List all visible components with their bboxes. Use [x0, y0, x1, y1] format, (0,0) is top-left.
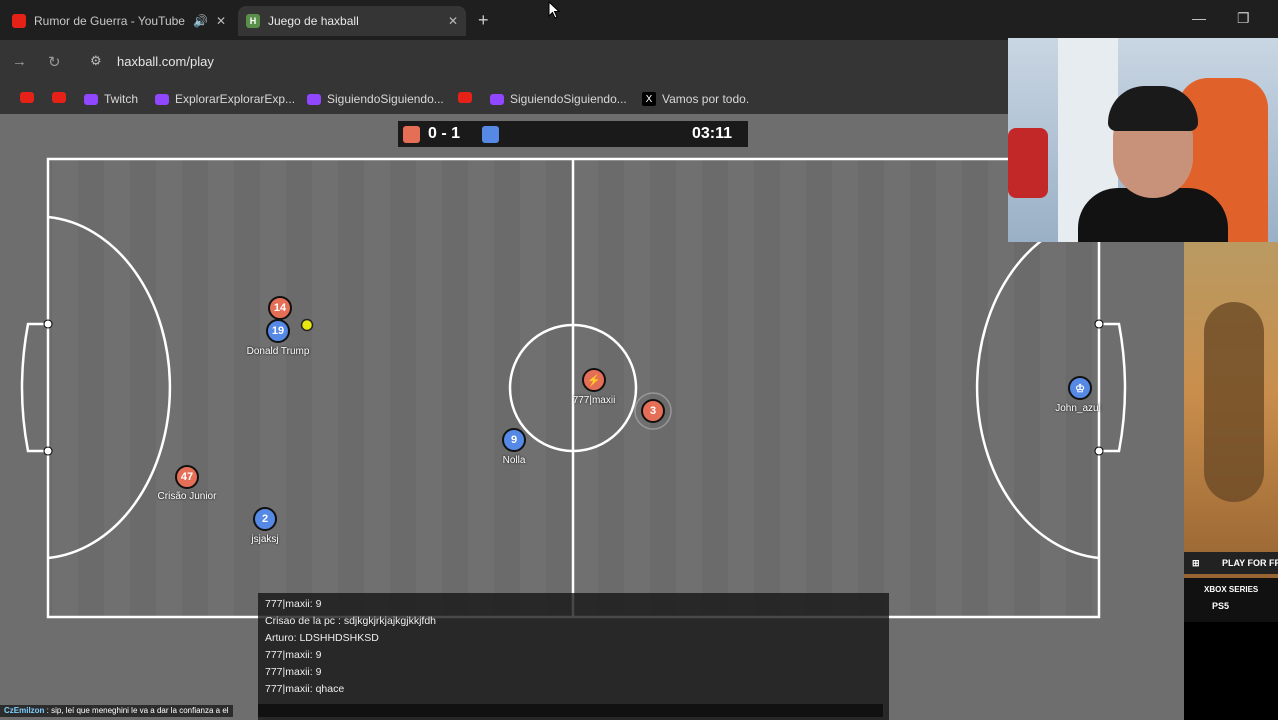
chat-message: 777|maxii: qhace [265, 683, 345, 695]
stream-chat-overlay: CzEmilzon : sip, leí que meneghini le va… [0, 705, 233, 717]
player-red: ⚡ [582, 368, 606, 392]
player-name: jsjaksj [251, 534, 279, 545]
ball [300, 318, 314, 332]
game-chat: 777|maxii: 9 Crisao de la pc : sdjkgkjrk… [258, 593, 889, 720]
blue-team-badge [482, 126, 499, 143]
player-name: Donald Trump [246, 346, 310, 357]
player-name: Crisão Junior [157, 491, 217, 502]
ad-cta: PLAY FOR FR [1222, 558, 1278, 568]
right-goal [1099, 322, 1127, 453]
chat-message: 777|maxii: 9 [265, 649, 322, 661]
player-red: 14 [268, 296, 292, 320]
ps5-label: PS5 [1212, 601, 1230, 611]
player-red: 3 [641, 399, 665, 423]
stream-chat-user: CzEmilzon [4, 706, 45, 715]
chat-message: 777|maxii: 9 [265, 598, 322, 610]
windows-icon: ⊞ [1192, 558, 1200, 568]
chat-message: Crisao de la pc : sdjkgkjrkjajkgjkkjfdh [265, 615, 437, 627]
webcam-overlay [1008, 38, 1278, 242]
player-name: Nolla [502, 455, 526, 466]
chat-message: Arturo: LDSHHDSHKSD [265, 632, 379, 644]
player-name: John_azul [1055, 403, 1101, 414]
chat-message: 777|maxii: 9 [265, 666, 322, 678]
stream-chat-text: sip, leí que meneghini le va a dar la co… [51, 706, 229, 715]
player-red: 47 [175, 465, 199, 489]
xbox-label: XBOX SERIES [1204, 585, 1259, 594]
player-blue: ♔ [1068, 376, 1092, 400]
left-goal [20, 322, 48, 453]
player-blue: 9 [502, 428, 526, 452]
red-team-badge [403, 126, 420, 143]
player-name: 777|maxii [572, 395, 616, 406]
advertisement[interactable]: ⊞ PLAY FOR FR XBOX SERIES PS5 [1184, 242, 1278, 622]
soldier-figure [1204, 302, 1264, 502]
player-blue: 19 [266, 319, 290, 343]
microphone [1008, 128, 1048, 198]
ad-footer [1184, 622, 1278, 720]
chat-input[interactable] [258, 704, 883, 717]
match-timer: 03:11 [692, 125, 733, 142]
score: 0 - 1 [428, 125, 461, 142]
player-blue: 2 [253, 507, 277, 531]
